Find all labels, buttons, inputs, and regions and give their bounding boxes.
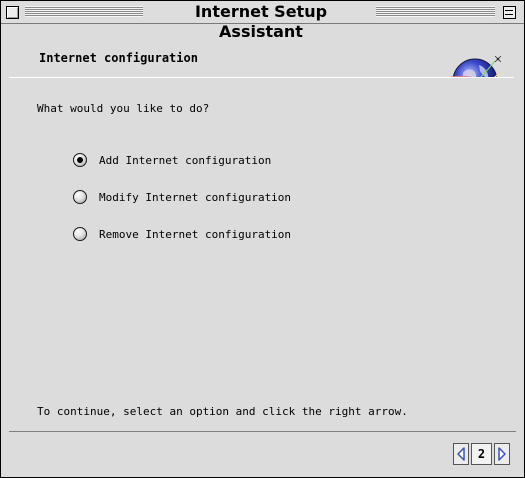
close-box[interactable] (6, 6, 19, 19)
radio-add-configuration[interactable] (73, 153, 87, 167)
window-title: Internet Setup Assistant (151, 2, 371, 41)
collapse-box[interactable] (503, 6, 516, 19)
question-text: What would you like to do? (37, 102, 210, 115)
radio-modify-configuration[interactable] (73, 190, 87, 204)
option-remove-configuration[interactable]: Remove Internet configuration (73, 225, 291, 243)
right-arrow-icon (498, 447, 506, 461)
radio-remove-configuration[interactable] (73, 227, 87, 241)
title-bar-stripes (25, 6, 143, 17)
option-label[interactable]: Remove Internet configuration (99, 228, 291, 241)
navigation-bar (9, 431, 516, 468)
option-label[interactable]: Modify Internet configuration (99, 191, 291, 204)
option-modify-configuration[interactable]: Modify Internet configuration (73, 188, 291, 206)
left-arrow-icon (457, 447, 465, 461)
next-page-button[interactable] (494, 443, 510, 465)
page-title: Internet configuration (39, 51, 198, 65)
option-add-configuration[interactable]: Add Internet configuration (73, 151, 271, 169)
option-label[interactable]: Add Internet configuration (99, 154, 271, 167)
content-pane (9, 77, 514, 428)
title-bar-stripes (376, 6, 495, 17)
instruction-text: To continue, select an option and click … (37, 405, 408, 418)
previous-page-button[interactable] (453, 443, 469, 465)
page-number: 2 (471, 443, 492, 465)
assistant-window: Internet Setup Assistant Internet config… (0, 0, 525, 478)
title-bar[interactable]: Internet Setup Assistant (1, 1, 524, 41)
